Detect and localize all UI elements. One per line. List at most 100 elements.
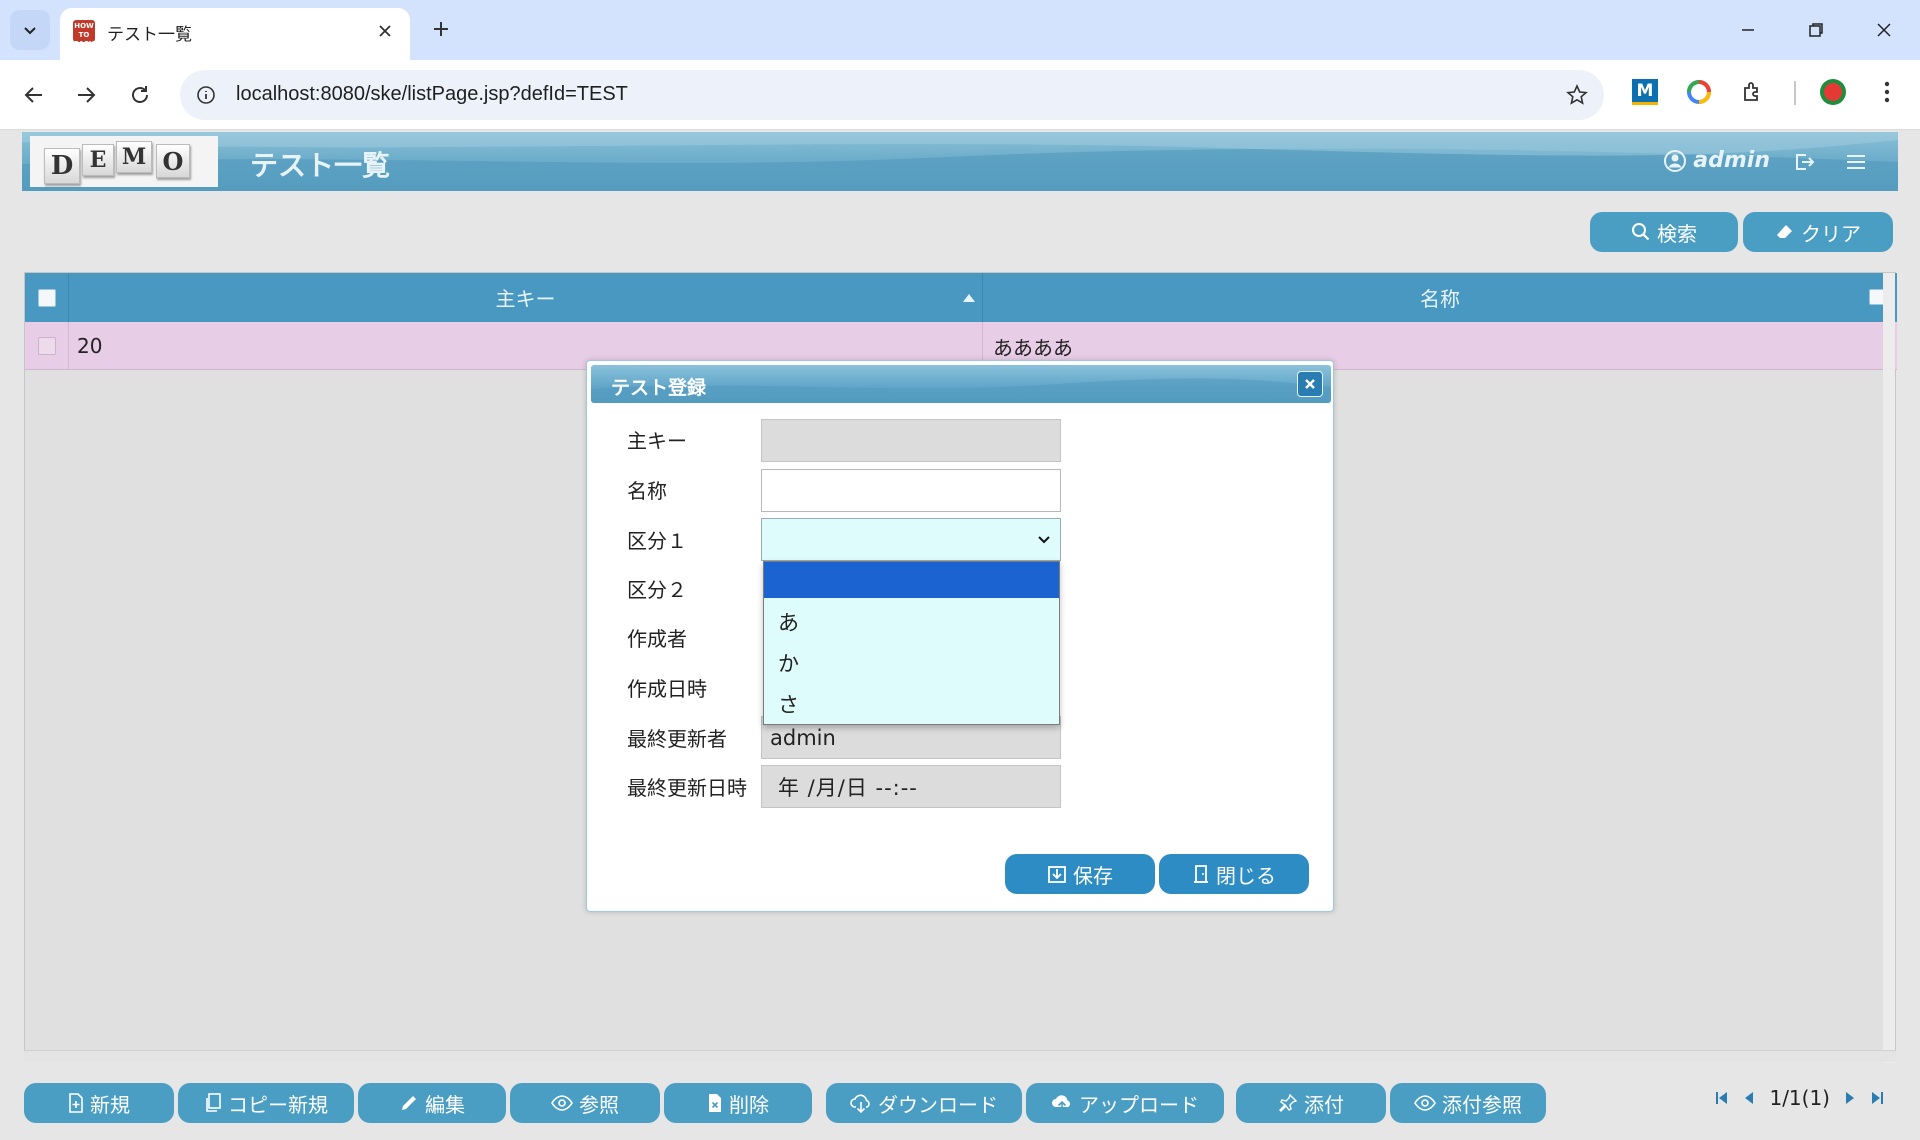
new-tab-button[interactable] bbox=[424, 12, 458, 46]
row-select-cell bbox=[25, 322, 69, 370]
select-all-checkbox[interactable] bbox=[37, 288, 56, 307]
hamburger-menu-button[interactable] bbox=[1842, 148, 1870, 176]
pencil-icon bbox=[402, 1096, 416, 1110]
pager: 1/1(1) bbox=[1715, 1083, 1884, 1113]
reload-icon bbox=[132, 86, 148, 103]
new-button-label: 新規 bbox=[90, 1094, 130, 1117]
attach-view-button[interactable]: 添付参照 bbox=[1390, 1083, 1546, 1123]
tab-title: テスト一覧 bbox=[107, 25, 192, 45]
attach-button[interactable]: 添付 bbox=[1236, 1083, 1386, 1123]
favicon-icon: HOW TO EASY bbox=[73, 20, 95, 48]
label-creator: 作成者 bbox=[627, 627, 687, 651]
dropdown-option[interactable]: か bbox=[764, 643, 1059, 683]
site-info-icon[interactable] bbox=[194, 83, 218, 107]
upload-button-label: アップロード bbox=[1079, 1094, 1199, 1117]
clear-button-label: クリア bbox=[1801, 223, 1861, 246]
category1-select[interactable] bbox=[761, 518, 1061, 561]
chevron-down-icon bbox=[1038, 536, 1050, 544]
restore-button[interactable] bbox=[1796, 12, 1836, 48]
tab-search-button[interactable] bbox=[10, 10, 50, 50]
view-button[interactable]: 参照 bbox=[510, 1083, 660, 1123]
save-button[interactable]: 保存 bbox=[1005, 854, 1155, 894]
save-icon bbox=[1048, 866, 1066, 883]
dialog-close-button[interactable] bbox=[1297, 371, 1323, 397]
download-button[interactable]: ダウンロード bbox=[826, 1083, 1022, 1123]
logo-tile: E bbox=[82, 144, 114, 176]
extension-colorful-icon[interactable] bbox=[1684, 77, 1714, 107]
back-button[interactable] bbox=[14, 75, 54, 115]
close-icon bbox=[1877, 23, 1891, 37]
key-field bbox=[761, 419, 1061, 462]
reload-button[interactable] bbox=[120, 75, 160, 115]
label-created-at: 作成日時 bbox=[627, 677, 707, 701]
label-category1: 区分１ bbox=[627, 529, 687, 553]
browser-tab-active[interactable]: HOW TO EASY テスト一覧 bbox=[60, 8, 410, 60]
column-header-label: 名称 bbox=[1420, 287, 1460, 311]
close-icon bbox=[379, 25, 391, 37]
label-updated-at: 最終更新日時 bbox=[627, 776, 747, 800]
dropdown-option[interactable]: あ bbox=[764, 602, 1059, 642]
eye-icon bbox=[551, 1095, 573, 1111]
category1-dropdown-list: あ か さ bbox=[763, 561, 1060, 725]
dialog-title: テスト登録 bbox=[611, 377, 707, 399]
eye-icon bbox=[1414, 1095, 1436, 1111]
dialog-title-bar[interactable]: テスト登録 bbox=[591, 365, 1331, 403]
delete-button-label: 削除 bbox=[729, 1094, 769, 1117]
url-text[interactable]: localhost:8080/ske/listPage.jsp?defId=TE… bbox=[236, 83, 628, 106]
delete-file-icon bbox=[709, 1094, 721, 1112]
search-icon bbox=[1632, 223, 1650, 241]
download-button-label: ダウンロード bbox=[878, 1094, 998, 1117]
browser-toolbar: localhost:8080/ske/listPage.jsp?defId=TE… bbox=[0, 60, 1920, 130]
save-button-label: 保存 bbox=[1073, 865, 1113, 888]
grid-header: 主キー 名称 bbox=[25, 273, 1897, 322]
tab-close-button[interactable] bbox=[372, 18, 398, 44]
logout-icon bbox=[1796, 154, 1815, 170]
door-icon bbox=[1194, 865, 1208, 883]
upload-button[interactable]: アップロード bbox=[1026, 1083, 1224, 1123]
search-button-label: 検索 bbox=[1657, 223, 1697, 246]
grid-vertical-scrollbar[interactable] bbox=[1883, 273, 1895, 1063]
register-dialog: テスト登録 主キー 名称 区分１ 区分２ 作成者 作成日時 最終更新者 admi… bbox=[586, 360, 1334, 912]
first-page-icon[interactable] bbox=[1715, 1091, 1729, 1105]
search-button[interactable]: 検索 bbox=[1590, 212, 1738, 252]
attach-button-label: 添付 bbox=[1304, 1094, 1344, 1117]
column-header-key[interactable]: 主キー bbox=[69, 273, 983, 322]
pin-icon bbox=[1279, 1093, 1298, 1112]
copy-new-button[interactable]: コピー新規 bbox=[178, 1083, 354, 1123]
user-name: admin bbox=[1693, 148, 1770, 173]
minimize-button[interactable] bbox=[1728, 12, 1768, 48]
browser-menu-icon[interactable] bbox=[1872, 77, 1902, 107]
bookmark-star-icon[interactable] bbox=[1564, 82, 1590, 108]
plus-icon bbox=[434, 22, 448, 36]
sort-asc-icon bbox=[963, 294, 975, 302]
browser-tab-bar: HOW TO EASY テスト一覧 bbox=[0, 0, 1920, 60]
next-page-icon[interactable] bbox=[1844, 1091, 1856, 1105]
edit-button[interactable]: 編集 bbox=[358, 1083, 506, 1123]
forward-button[interactable] bbox=[66, 75, 106, 115]
pager-text: 1/1(1) bbox=[1769, 1086, 1830, 1110]
user-circle-icon bbox=[1664, 149, 1687, 172]
user-menu[interactable]: admin bbox=[1663, 148, 1770, 173]
window-close-button[interactable] bbox=[1864, 12, 1904, 48]
prev-page-icon[interactable] bbox=[1743, 1091, 1755, 1105]
name-field[interactable] bbox=[761, 469, 1061, 512]
label-category2: 区分２ bbox=[627, 578, 687, 602]
new-button[interactable]: 新規 bbox=[24, 1083, 174, 1123]
dropdown-option[interactable] bbox=[764, 562, 1059, 598]
address-bar[interactable]: localhost:8080/ske/listPage.jsp?defId=TE… bbox=[180, 70, 1604, 120]
extensions-puzzle-icon[interactable] bbox=[1738, 77, 1768, 107]
grid-horizontal-scrollbar[interactable] bbox=[24, 1050, 1896, 1062]
last-page-icon[interactable] bbox=[1870, 1091, 1884, 1105]
delete-button[interactable]: 削除 bbox=[664, 1083, 812, 1123]
row-checkbox[interactable] bbox=[37, 337, 56, 355]
column-header-name[interactable]: 名称 bbox=[983, 273, 1897, 322]
arrow-left-icon bbox=[24, 87, 42, 103]
profile-avatar-icon[interactable] bbox=[1818, 77, 1848, 107]
toolbar-separator bbox=[1794, 81, 1796, 105]
extension-m-icon[interactable]: M bbox=[1630, 77, 1660, 107]
label-name: 名称 bbox=[627, 479, 667, 503]
logout-button[interactable] bbox=[1790, 148, 1818, 176]
close-button[interactable]: 閉じる bbox=[1159, 854, 1309, 894]
clear-button[interactable]: クリア bbox=[1743, 212, 1893, 252]
dropdown-option[interactable]: さ bbox=[764, 684, 1059, 724]
